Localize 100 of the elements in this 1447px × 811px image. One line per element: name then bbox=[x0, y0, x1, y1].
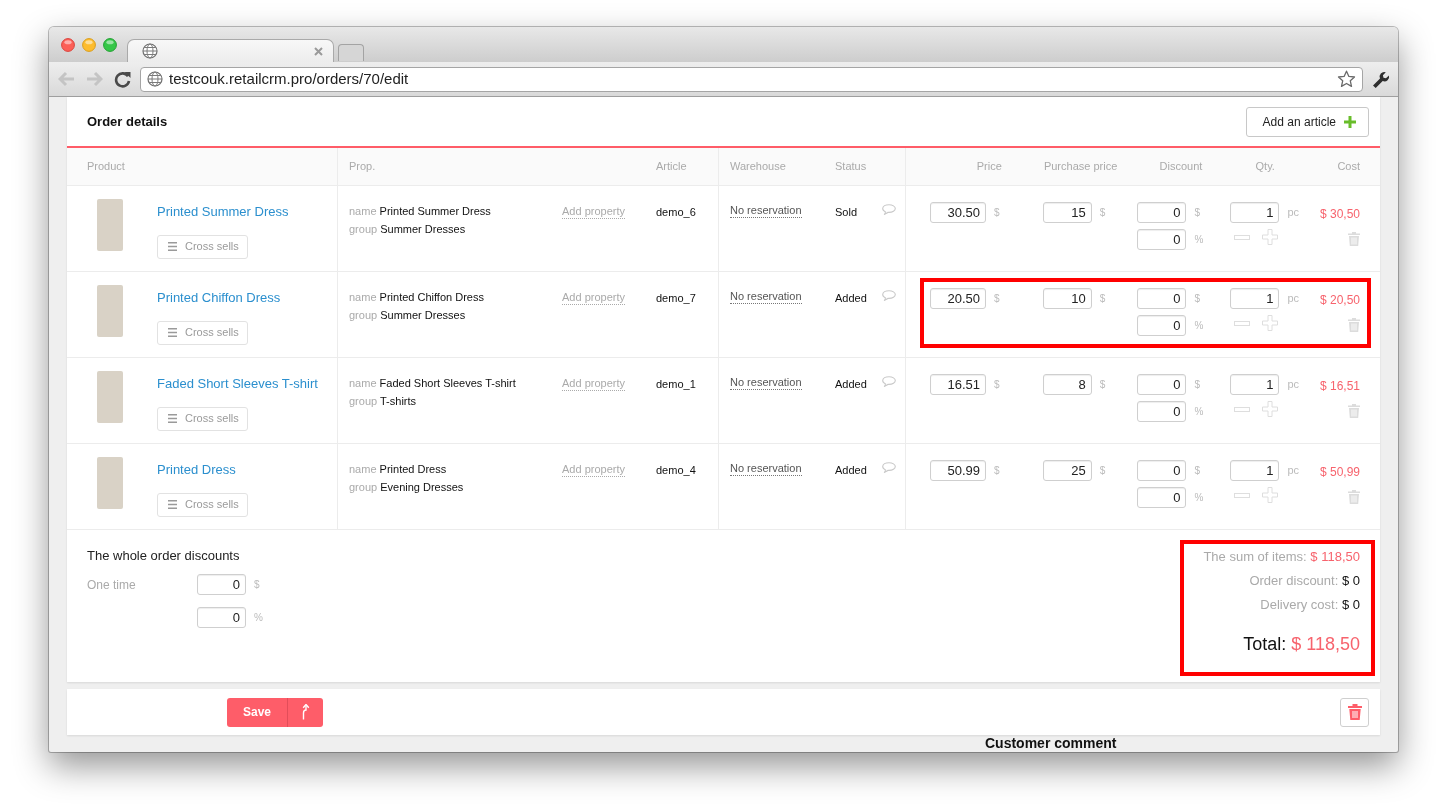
trash-icon[interactable] bbox=[1348, 490, 1360, 504]
discount-percent-field[interactable]: 0 bbox=[1137, 315, 1187, 336]
plus-icon[interactable] bbox=[1262, 487, 1279, 503]
plus-icon[interactable] bbox=[1262, 315, 1279, 331]
window-minimize-icon[interactable] bbox=[82, 38, 96, 52]
minus-icon[interactable] bbox=[1234, 492, 1251, 498]
trash-icon[interactable] bbox=[1348, 232, 1360, 246]
unit-label: pc bbox=[1287, 291, 1300, 307]
comment-icon[interactable] bbox=[882, 462, 896, 473]
discount-amount-field[interactable]: 0 bbox=[1137, 374, 1187, 395]
browser-tab[interactable] bbox=[127, 39, 334, 62]
product-link[interactable]: Faded Short Sleeves T-shirt bbox=[157, 374, 318, 394]
discount-amount-field[interactable]: 0 bbox=[1137, 288, 1187, 309]
property-value: Printed Dress bbox=[379, 463, 447, 475]
quantity-field[interactable]: 1 bbox=[1230, 374, 1280, 395]
purchase-price-field[interactable]: 8 bbox=[1042, 374, 1092, 395]
window-zoom-icon[interactable] bbox=[103, 38, 117, 52]
currency-unit: $ bbox=[1099, 206, 1106, 220]
currency-unit: $ bbox=[994, 464, 1000, 478]
new-tab-button[interactable] bbox=[338, 44, 364, 61]
price-field[interactable]: 16.51 bbox=[930, 374, 986, 395]
unit-label: pc bbox=[1287, 463, 1300, 479]
cost-text: $ 50,99 bbox=[1319, 464, 1360, 481]
section-heading: Customer comment bbox=[985, 735, 1118, 752]
order-discount-amount-field[interactable]: 0 bbox=[197, 574, 246, 595]
minus-icon[interactable] bbox=[1234, 234, 1251, 240]
percent-unit: % bbox=[1194, 491, 1204, 505]
property-value: T-shirts bbox=[380, 395, 417, 407]
discount-percent-field[interactable]: 0 bbox=[1137, 229, 1187, 250]
reservation-link[interactable]: No reservation bbox=[730, 462, 802, 476]
minus-icon[interactable] bbox=[1234, 406, 1251, 412]
currency-unit: $ bbox=[1194, 378, 1201, 392]
comment-icon[interactable] bbox=[882, 290, 896, 301]
trash-icon bbox=[1347, 704, 1362, 720]
reservation-link[interactable]: No reservation bbox=[730, 376, 802, 390]
column-header: Qty. bbox=[1255, 159, 1275, 175]
discount-amount-field[interactable]: 0 bbox=[1137, 202, 1187, 223]
column-header: Article bbox=[656, 159, 687, 175]
plus-icon[interactable] bbox=[1262, 229, 1279, 245]
total-label: Order discount: bbox=[1249, 573, 1339, 588]
save-options-button[interactable] bbox=[287, 697, 323, 727]
currency-unit: $ bbox=[1194, 292, 1201, 306]
property-value: Summer Dresses bbox=[380, 223, 466, 235]
wrench-icon[interactable] bbox=[1371, 69, 1390, 89]
photo-placeholder bbox=[97, 457, 123, 509]
comment-icon[interactable] bbox=[882, 376, 896, 387]
product-link[interactable]: Printed Chiffon Dress bbox=[157, 288, 281, 308]
property-key: name bbox=[349, 291, 377, 303]
property-key: group bbox=[349, 395, 378, 407]
property-key: group bbox=[349, 481, 378, 493]
minus-icon[interactable] bbox=[1234, 320, 1251, 326]
percent-unit: % bbox=[254, 611, 263, 625]
product-link[interactable]: Printed Dress bbox=[157, 460, 236, 480]
list-icon bbox=[168, 414, 177, 423]
price-field[interactable]: 30.50 bbox=[930, 202, 986, 223]
trash-icon[interactable] bbox=[1348, 318, 1360, 332]
discount-amount-field[interactable]: 0 bbox=[1137, 460, 1187, 481]
purchase-price-field[interactable]: 10 bbox=[1042, 288, 1092, 309]
reservation-link[interactable]: No reservation bbox=[730, 204, 802, 218]
purchase-price-field[interactable]: 15 bbox=[1042, 202, 1092, 223]
column-header: Discount bbox=[1159, 159, 1203, 175]
quantity-field[interactable]: 1 bbox=[1230, 288, 1280, 309]
status-text: Added bbox=[835, 463, 868, 478]
percent-unit: % bbox=[1194, 405, 1204, 419]
trash-icon[interactable] bbox=[1348, 404, 1360, 418]
bookmark-star-icon[interactable] bbox=[1337, 70, 1356, 88]
comment-icon[interactable] bbox=[882, 204, 896, 215]
reload-icon[interactable] bbox=[114, 70, 131, 88]
address-field[interactable]: testcouk.retailcrm.pro/orders/70/edit bbox=[140, 66, 1363, 92]
discount-percent-field[interactable]: 0 bbox=[1137, 487, 1187, 508]
add-article-button[interactable]: Add an article bbox=[1245, 106, 1369, 137]
price-field[interactable]: 50.99 bbox=[930, 460, 986, 481]
property-value: Evening Dresses bbox=[380, 481, 464, 493]
status-text: Added bbox=[835, 291, 868, 306]
column-header: Price bbox=[976, 159, 1002, 175]
window-close-icon[interactable] bbox=[61, 38, 75, 52]
currency-unit: $ bbox=[1099, 378, 1106, 392]
total-value: $ 118,50 bbox=[1291, 634, 1360, 654]
list-icon bbox=[168, 242, 177, 251]
article-code: demo_6 bbox=[656, 205, 696, 220]
currency-unit: $ bbox=[994, 292, 1000, 306]
plus-icon[interactable] bbox=[1262, 401, 1279, 417]
property-key: name bbox=[349, 463, 377, 475]
property-value: Printed Summer Dress bbox=[379, 205, 491, 217]
quantity-field[interactable]: 1 bbox=[1230, 460, 1280, 481]
quantity-field[interactable]: 1 bbox=[1230, 202, 1280, 223]
order-discount-percent-field[interactable]: 0 bbox=[197, 607, 246, 628]
property-value: Faded Short Sleeves T-shirt bbox=[379, 377, 516, 389]
close-icon[interactable] bbox=[314, 46, 323, 56]
discount-percent-field[interactable]: 0 bbox=[1137, 401, 1187, 422]
currency-unit: $ bbox=[994, 378, 1000, 392]
reservation-link[interactable]: No reservation bbox=[730, 290, 802, 304]
column-header: Cost bbox=[1337, 159, 1360, 175]
section-title: The whole order discounts bbox=[87, 548, 241, 563]
delete-button[interactable] bbox=[1340, 697, 1369, 727]
globe-icon bbox=[147, 71, 163, 87]
cost-text: $ 16,51 bbox=[1319, 378, 1360, 395]
purchase-price-field[interactable]: 25 bbox=[1042, 460, 1092, 481]
price-field[interactable]: 20.50 bbox=[930, 288, 986, 309]
product-link[interactable]: Printed Summer Dress bbox=[157, 202, 289, 222]
